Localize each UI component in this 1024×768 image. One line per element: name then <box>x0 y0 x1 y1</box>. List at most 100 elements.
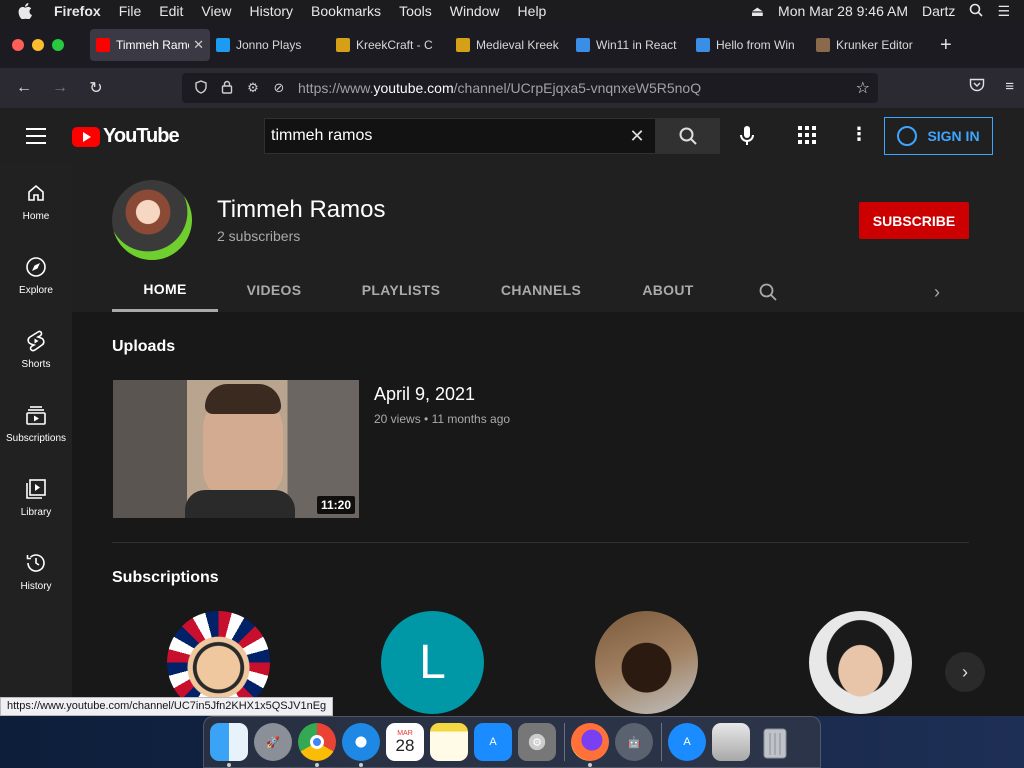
menu-window[interactable]: Window <box>450 3 500 19</box>
video-thumbnail[interactable]: 11:20 <box>113 380 359 518</box>
clear-search-icon[interactable]: ✕ <box>619 126 655 147</box>
control-center-icon[interactable]: ☰ <box>997 3 1010 20</box>
app-store-icon[interactable]: A <box>474 723 512 761</box>
finder-icon[interactable] <box>210 723 248 767</box>
menu-file[interactable]: File <box>119 3 142 19</box>
video-age: 11 months ago <box>431 412 511 426</box>
sidebar-item-library[interactable]: Library <box>0 460 72 534</box>
tab-label: Win11 in React <box>596 38 677 52</box>
sign-in-button[interactable]: SIGN IN <box>884 117 993 155</box>
chrome-icon[interactable] <box>298 723 336 767</box>
youtube-apps-icon[interactable] <box>798 126 816 149</box>
subscriptions-heading[interactable]: Subscriptions <box>112 569 219 587</box>
search-button[interactable] <box>656 118 720 154</box>
disk-icon[interactable] <box>712 723 750 761</box>
sidebar-item-history[interactable]: History <box>0 534 72 608</box>
tab-home[interactable]: HOME <box>112 268 218 312</box>
tab-playlists[interactable]: PLAYLISTS <box>330 268 472 312</box>
app-store-downloads-icon[interactable]: A <box>668 723 706 761</box>
settings-more-icon[interactable]: ⋮ <box>850 124 868 145</box>
voice-search-button[interactable] <box>736 124 758 153</box>
tab-channels[interactable]: CHANNELS <box>472 268 610 312</box>
zoom-window-button[interactable] <box>52 39 64 51</box>
permissions-icon[interactable]: ⚙ <box>240 80 266 96</box>
sidebar-item-home[interactable]: Home <box>0 164 72 238</box>
channel-search-icon[interactable] <box>758 282 778 307</box>
menu-edit[interactable]: Edit <box>159 3 183 19</box>
url-bar[interactable]: ⚙ ⊘ https://www.youtube.com/channel/UCrp… <box>182 73 878 103</box>
browser-nav-bar: ← → ↻ ⚙ ⊘ https://www.youtube.com/channe… <box>0 68 1024 108</box>
menubar-clock[interactable]: Mon Mar 28 9:46 AM <box>778 3 908 19</box>
win11-favicon-icon <box>576 38 590 52</box>
menu-app-name[interactable]: Firefox <box>54 3 101 19</box>
subscription-avatar-letter[interactable]: L <box>381 611 484 714</box>
apple-menu-icon[interactable] <box>18 3 36 19</box>
calendar-icon[interactable]: MAR 28 <box>386 723 424 761</box>
sidebar-item-subscriptions[interactable]: Subscriptions <box>0 386 72 460</box>
youtube-page: YouTube ✕ ⋮ SIGN IN <box>0 108 1024 716</box>
youtube-logo[interactable]: YouTube <box>72 125 180 148</box>
eject-icon[interactable]: ⏏ <box>751 3 764 20</box>
account-icon <box>897 126 918 146</box>
browser-tab-win11[interactable]: Win11 in React <box>570 29 690 61</box>
safari-icon[interactable] <box>342 723 380 767</box>
sidebar-label: Home <box>22 210 50 222</box>
search-input[interactable] <box>265 127 619 145</box>
channel-avatar[interactable] <box>112 180 192 260</box>
browser-tab-medieval[interactable]: Medieval Kreek <box>450 29 570 61</box>
sidebar-label: Explore <box>19 284 53 296</box>
menu-bookmarks[interactable]: Bookmarks <box>311 3 381 19</box>
library-icon <box>25 477 47 501</box>
browser-tab-kreekcraft[interactable]: KreekCraft - C <box>330 29 450 61</box>
minimize-window-button[interactable] <box>32 39 44 51</box>
browser-tab-krunker[interactable]: Krunker Editor <box>810 29 930 61</box>
twitter-favicon-icon <box>216 38 230 52</box>
tab-about[interactable]: ABOUT <box>610 268 726 312</box>
menubar-user[interactable]: Dartz <box>922 3 955 19</box>
kreekcraft-favicon-icon <box>336 38 350 52</box>
video-views: 20 views <box>374 412 421 426</box>
tab-label: Krunker Editor <box>836 38 913 52</box>
trash-icon[interactable] <box>756 723 794 761</box>
browser-tab-hello[interactable]: Hello from Win <box>690 29 810 61</box>
notes-icon[interactable] <box>430 723 468 761</box>
bookmark-star-icon[interactable]: ☆ <box>856 78 870 98</box>
subscriptions-next-button[interactable]: › <box>945 652 985 692</box>
menu-view[interactable]: View <box>201 3 231 19</box>
browser-tab-youtube[interactable]: Timmeh Ramos ✕ <box>90 29 210 61</box>
tab-videos[interactable]: VIDEOS <box>218 268 330 312</box>
video-title[interactable]: April 9, 2021 <box>374 384 475 405</box>
autoplay-blocked-icon[interactable]: ⊘ <box>266 80 292 96</box>
close-tab-icon[interactable]: ✕ <box>193 37 204 53</box>
browser-tab-twitter[interactable]: Jonno Plays <box>210 29 330 61</box>
tab-label: Jonno Plays <box>236 38 302 52</box>
new-tab-button[interactable]: + <box>940 34 952 57</box>
spotlight-search-icon[interactable] <box>969 3 984 20</box>
pocket-icon[interactable] <box>969 78 985 96</box>
subscriber-count: 2 subscribers <box>217 228 301 244</box>
subscription-avatar-cat[interactable] <box>595 611 698 714</box>
lock-icon[interactable] <box>214 80 240 97</box>
channel-name: Timmeh Ramos <box>217 196 386 223</box>
reload-button[interactable]: ↻ <box>78 78 114 98</box>
app-menu-icon[interactable]: ≡ <box>1005 78 1014 96</box>
close-window-button[interactable] <box>12 39 24 51</box>
menu-history[interactable]: History <box>249 3 293 19</box>
back-button[interactable]: ← <box>6 79 42 97</box>
sidebar-item-explore[interactable]: Explore <box>0 238 72 312</box>
firefox-icon[interactable] <box>571 723 609 767</box>
subscribe-button[interactable]: SUBSCRIBE <box>859 202 969 239</box>
shield-icon[interactable] <box>188 79 214 97</box>
menu-tools[interactable]: Tools <box>399 3 432 19</box>
uploads-heading[interactable]: Uploads <box>112 338 175 356</box>
chevron-right-icon[interactable]: › <box>934 282 940 303</box>
menu-help[interactable]: Help <box>518 3 547 19</box>
sidebar-item-shorts[interactable]: Shorts <box>0 312 72 386</box>
system-preferences-icon[interactable]: ⚙ <box>518 723 556 761</box>
launchpad-icon[interactable]: 🚀 <box>254 723 292 761</box>
sidebar-label: History <box>20 580 52 592</box>
forward-button[interactable]: → <box>42 79 78 97</box>
hamburger-menu-icon[interactable] <box>26 128 46 149</box>
automator-icon[interactable]: 🤖 <box>615 723 653 761</box>
subscription-avatar-woman[interactable] <box>809 611 912 714</box>
